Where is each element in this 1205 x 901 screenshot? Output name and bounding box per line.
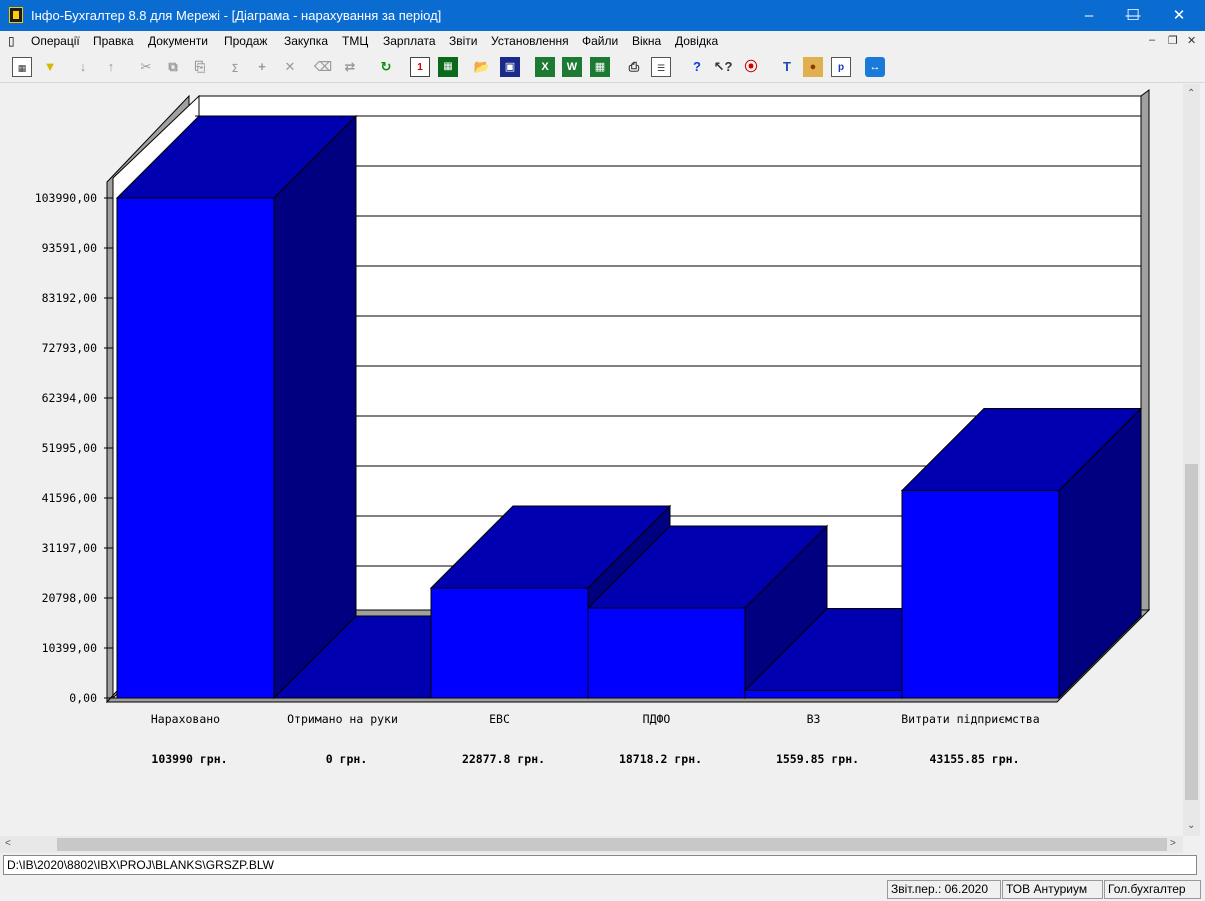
teamviewer-icon[interactable]: ↔ — [865, 57, 885, 77]
y-tick-label: 51995,00 — [42, 441, 97, 455]
app-icon[interactable] — [9, 7, 23, 23]
menu-settings[interactable]: Установлення — [491, 34, 569, 48]
y-tick-label: 20798,00 — [42, 591, 97, 605]
spreadsheet-icon[interactable]: ▦ — [590, 57, 610, 77]
bar — [430, 587, 589, 699]
status-company: ТОВ Антуриум — [1002, 880, 1103, 899]
toolbar: ▦ ▼ ↓ ↑ ✂ ⧉ ⎘ ∑ + ✕ ⌫ ⇄ ↻ 1 ▦ 📂 ▣ X W ▦ … — [0, 52, 1205, 83]
excel-icon[interactable]: X — [535, 57, 555, 77]
sort-ascending-icon[interactable]: ↓ — [73, 57, 93, 77]
bar — [587, 607, 746, 699]
bar — [116, 197, 275, 699]
value-label: 43155.85 грн. — [929, 752, 1019, 766]
category-label: ВЗ — [807, 712, 821, 726]
help-icon[interactable]: ? — [687, 57, 707, 77]
save-icon[interactable]: ▣ — [500, 57, 520, 77]
status-bar: Звіт.пер.: 06.2020 ТОВ Антуриум Гол.бухг… — [0, 878, 1205, 901]
scroll-up-icon[interactable]: ⌃ — [1187, 88, 1195, 99]
preview-icon[interactable]: ☰ — [651, 57, 671, 77]
scroll-down-icon[interactable]: ⌄ — [1187, 820, 1195, 831]
cut-icon[interactable]: ✂ — [136, 57, 156, 77]
window-title: Інфо-Бухгалтер 8.8 для Мережі - [Діаграм… — [31, 8, 442, 23]
grid-icon[interactable]: ▦ — [12, 57, 32, 77]
context-help-icon[interactable]: ↖? — [713, 57, 733, 77]
menu-reports[interactable]: Звіти — [449, 34, 478, 48]
menu-payroll[interactable]: Зарплата — [383, 34, 436, 48]
document-icon[interactable]: 1 — [410, 57, 430, 77]
copy-icon[interactable]: ⧉ — [163, 57, 183, 77]
y-tick-label: 10399,00 — [42, 641, 97, 655]
title-bar: Інфо-Бухгалтер 8.8 для Мережі - [Діаграм… — [0, 0, 1205, 31]
calculator-icon[interactable]: ▦ — [438, 57, 458, 77]
mdi-restore-icon[interactable]: ❐ — [1168, 34, 1178, 47]
y-tick-label: 93591,00 — [42, 241, 97, 255]
report-icon[interactable]: p — [831, 57, 851, 77]
value-label: 0 грн. — [326, 752, 368, 766]
clear-icon[interactable]: ⌫ — [313, 57, 333, 77]
replace-icon[interactable]: ⇄ — [340, 57, 360, 77]
delete-icon[interactable]: ✕ — [280, 57, 300, 77]
add-icon[interactable]: + — [252, 57, 272, 77]
y-tick-label: 62394,00 — [42, 391, 97, 405]
paste-icon[interactable]: ⎘ — [190, 57, 210, 77]
category-label: Отримано на руки — [287, 712, 398, 726]
mdi-close-icon[interactable]: ✕ — [1187, 34, 1196, 47]
refresh-icon[interactable]: ↻ — [376, 57, 396, 77]
category-label: Нараховано — [151, 712, 220, 726]
mdi-minimize-icon[interactable]: – — [1149, 34, 1155, 46]
bar — [901, 490, 1060, 699]
navigate-icon[interactable]: ⦿ — [741, 57, 761, 77]
menu-edit[interactable]: Правка — [93, 34, 134, 48]
horizontal-scroll-thumb[interactable] — [57, 838, 1167, 851]
users-icon[interactable]: ● — [803, 57, 823, 77]
y-tick-label: 83192,00 — [42, 291, 97, 305]
chart-right-wall — [1140, 89, 1150, 617]
menu-windows[interactable]: Вікна — [632, 34, 661, 48]
minimize-window-button[interactable]: – — [1066, 0, 1112, 31]
menu-files[interactable]: Файли — [582, 34, 618, 48]
y-tick-label: 41596,00 — [42, 491, 97, 505]
menu-inventory[interactable]: ТМЦ — [342, 34, 368, 48]
open-folder-icon[interactable]: 📂 — [472, 57, 492, 77]
menu-operations[interactable]: Операції — [31, 34, 80, 48]
menu-sales[interactable]: Продаж — [224, 34, 267, 48]
menu-bar: ▯ Операції Правка Документи Продаж Закуп… — [0, 31, 1205, 52]
status-role: Гол.бухгалтер — [1104, 880, 1201, 899]
chart-window: 0,00 10399,00 20798,00 31197,00 41596,00 5199… — [0, 84, 1183, 836]
value-label: 22877.8 грн. — [462, 752, 545, 766]
value-label: 103990 грн. — [151, 752, 227, 766]
status-period: Звіт.пер.: 06.2020 — [887, 880, 1001, 899]
menu-documents[interactable]: Документи — [148, 34, 208, 48]
category-label: Витрати підприємства — [901, 712, 1039, 726]
menu-doc-icon[interactable]: ▯ — [8, 34, 15, 48]
filter-icon[interactable]: ▼ — [40, 57, 60, 77]
sum-icon[interactable]: ∑ — [225, 57, 245, 77]
bar-side — [273, 114, 357, 700]
category-label: ПДФО — [643, 712, 671, 726]
horizontal-scrollbar[interactable]: < > — [0, 836, 1183, 853]
maximize-button[interactable]: ☐ — [1110, 0, 1156, 31]
y-tick-label: 31197,00 — [42, 541, 97, 555]
close-button[interactable]: ✕ — [1156, 0, 1202, 31]
scroll-right-icon[interactable]: > — [1170, 838, 1176, 849]
y-tick-label: 0,00 — [69, 691, 97, 705]
print-icon[interactable]: ⎙ — [624, 57, 644, 77]
value-label: 18718.2 грн. — [619, 752, 702, 766]
bar — [744, 690, 903, 699]
bar-chart: 0,00 10399,00 20798,00 31197,00 41596,00 5199… — [35, 89, 1151, 766]
menu-purchase[interactable]: Закупка — [284, 34, 328, 48]
y-tick-label: 72793,00 — [42, 341, 97, 355]
menu-help[interactable]: Довідка — [675, 34, 718, 48]
category-label: ЕВС — [489, 712, 510, 726]
file-path: D:\IB\2020\8802\IBX\PROJ\BLANKS\GRSZP.BL… — [3, 855, 1197, 875]
value-label: 1559.85 грн. — [776, 752, 859, 766]
sort-descending-icon[interactable]: ↑ — [101, 57, 121, 77]
scroll-left-icon[interactable]: < — [5, 838, 11, 849]
y-tick-label: 103990,00 — [35, 191, 97, 205]
vertical-scroll-thumb[interactable] — [1185, 464, 1198, 800]
word-icon[interactable]: W — [562, 57, 582, 77]
vertical-scrollbar[interactable]: ⌃ ⌄ — [1183, 84, 1200, 836]
text-icon[interactable]: T — [777, 57, 797, 77]
